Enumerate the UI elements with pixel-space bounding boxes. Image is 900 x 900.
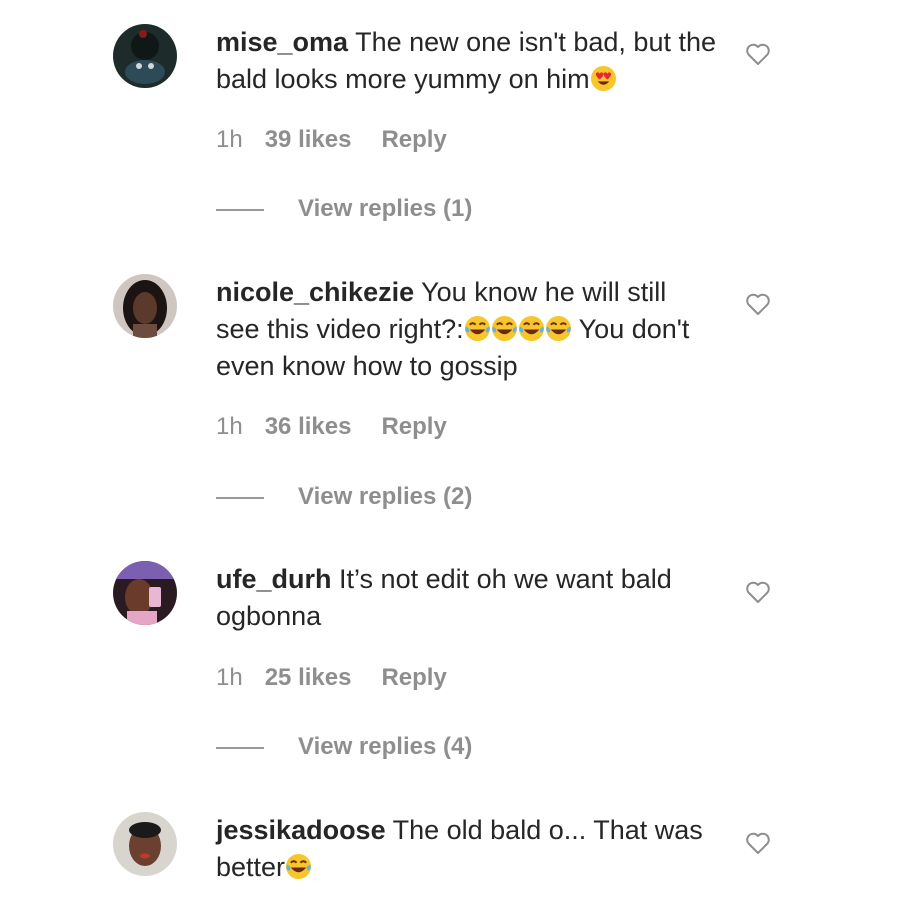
view-replies-label: View replies (2) bbox=[298, 483, 473, 510]
view-replies-label: View replies (4) bbox=[298, 733, 473, 760]
tears-of-joy-emoji-icon bbox=[491, 315, 517, 342]
comment-meta: 1h 25 likes Reply bbox=[216, 664, 447, 692]
comment-text: jessikadoose The old bald o... That was … bbox=[216, 812, 716, 886]
view-replies-button[interactable]: View replies (1) bbox=[216, 195, 472, 223]
view-replies-label: View replies (1) bbox=[298, 195, 473, 222]
comment-time: 1h bbox=[216, 126, 243, 153]
comment-username[interactable]: ufe_durh bbox=[216, 564, 332, 594]
comment-text: ufe_durh It’s not edit oh we want bald o… bbox=[216, 561, 716, 635]
comment-username[interactable]: mise_oma bbox=[216, 27, 348, 57]
avatar[interactable] bbox=[113, 812, 177, 876]
comment-time: 1h bbox=[216, 413, 243, 440]
heart-outline-icon[interactable] bbox=[745, 580, 771, 604]
comment-username[interactable]: nicole_chikezie bbox=[216, 277, 414, 307]
divider-line bbox=[216, 208, 264, 211]
tears-of-joy-emoji-icon bbox=[464, 315, 490, 342]
heart-outline-icon[interactable] bbox=[745, 42, 771, 66]
comment-meta: 1h 36 likes Reply bbox=[216, 413, 447, 441]
heart-outline-icon[interactable] bbox=[745, 831, 771, 855]
comment-username[interactable]: jessikadoose bbox=[216, 815, 386, 845]
tears-of-joy-emoji-icon bbox=[518, 315, 544, 342]
comment-text: mise_oma The new one isn't bad, but the … bbox=[216, 24, 716, 98]
tears-of-joy-emoji-icon bbox=[545, 315, 571, 342]
heart-eyes-emoji-icon bbox=[590, 65, 616, 92]
avatar[interactable] bbox=[113, 274, 177, 338]
view-replies-button[interactable]: View replies (4) bbox=[216, 733, 472, 761]
reply-button[interactable]: Reply bbox=[381, 413, 446, 441]
reply-button[interactable]: Reply bbox=[381, 664, 446, 692]
comment-likes[interactable]: 39 likes bbox=[265, 126, 352, 154]
reply-button[interactable]: Reply bbox=[381, 126, 446, 154]
divider-line bbox=[216, 746, 264, 749]
comment-likes[interactable]: 25 likes bbox=[265, 664, 352, 692]
divider-line bbox=[216, 496, 264, 499]
tears-of-joy-emoji-icon bbox=[286, 853, 312, 880]
comment-meta: 1h 39 likes Reply bbox=[216, 126, 447, 154]
view-replies-button[interactable]: View replies (2) bbox=[216, 483, 472, 511]
avatar[interactable] bbox=[113, 24, 177, 88]
heart-outline-icon[interactable] bbox=[745, 292, 771, 316]
avatar[interactable] bbox=[113, 561, 177, 625]
comment-text: nicole_chikezie You know he will still s… bbox=[216, 274, 716, 385]
comment-time: 1h bbox=[216, 664, 243, 691]
comment-likes[interactable]: 36 likes bbox=[265, 413, 352, 441]
